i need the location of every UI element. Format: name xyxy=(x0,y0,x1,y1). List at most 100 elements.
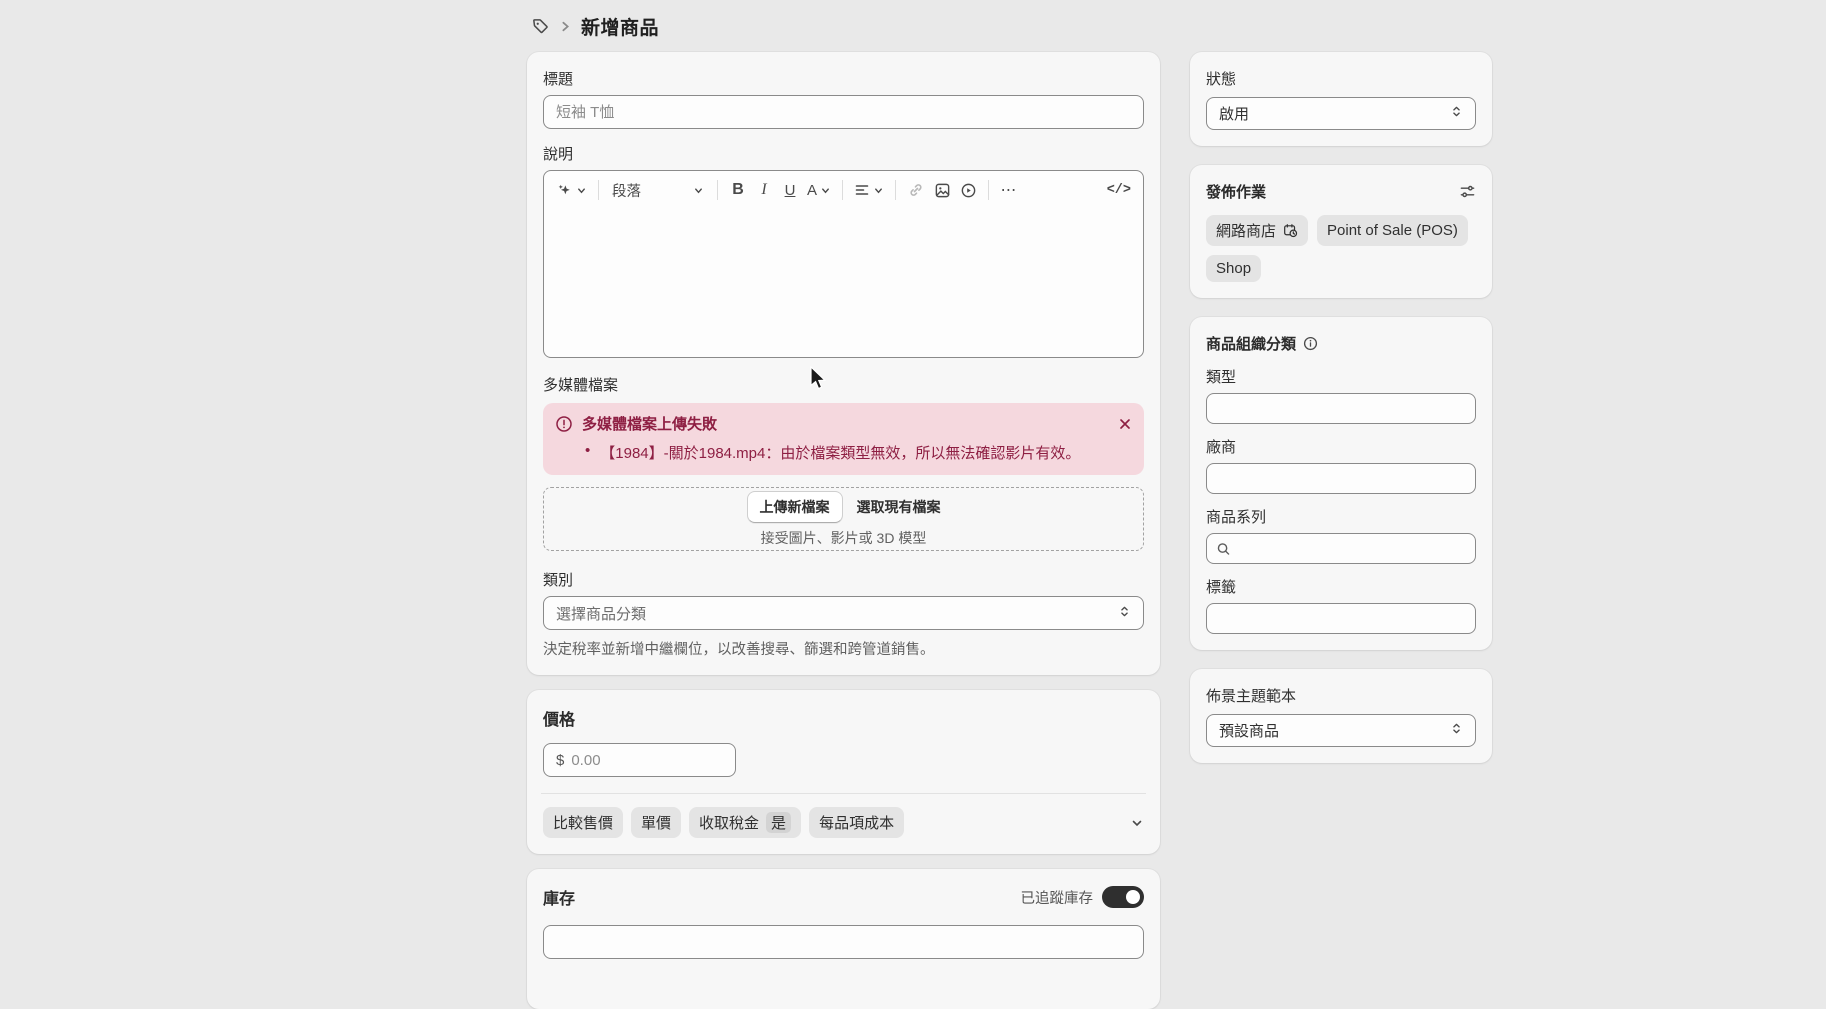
media-accept-hint: 接受圖片、影片或 3D 模型 xyxy=(761,528,927,548)
bold-button[interactable]: B xyxy=(725,176,751,204)
chevron-right-icon xyxy=(559,20,572,33)
paragraph-style-dropdown[interactable]: 段落 xyxy=(606,176,710,204)
description-textarea[interactable] xyxy=(544,209,1143,357)
close-icon[interactable] xyxy=(1118,417,1132,431)
paragraph-style-label: 段落 xyxy=(612,180,641,201)
collapse-chevron-icon[interactable] xyxy=(1130,816,1144,830)
bullet: • xyxy=(585,442,590,463)
tags-input[interactable] xyxy=(1206,603,1476,634)
price-input[interactable] xyxy=(571,752,723,769)
price-card: 價格 $ 比較售價 單價 收取稅金 是 每品項成本 xyxy=(527,690,1160,854)
toolbar-divider xyxy=(717,180,718,200)
alignment-button[interactable] xyxy=(850,176,888,204)
rich-text-editor: 段落 B I U A xyxy=(543,170,1144,358)
toolbar-divider xyxy=(598,180,599,200)
chevron-down-icon xyxy=(820,185,831,196)
product-info-card: 標題 說明 段落 B I U xyxy=(527,52,1160,675)
charge-tax-label: 收取稅金 xyxy=(699,812,759,833)
category-help-text: 決定稅率並新增中繼欄位，以改善搜尋、篩選和跨管道銷售。 xyxy=(543,638,1144,659)
unit-price-chip[interactable]: 單價 xyxy=(631,807,681,838)
vendor-label: 廠商 xyxy=(1206,436,1476,457)
inventory-card: 庫存 已追蹤庫存 xyxy=(527,869,1160,1009)
sliders-icon[interactable] xyxy=(1459,183,1476,200)
title-input[interactable] xyxy=(543,95,1144,129)
charge-tax-value: 是 xyxy=(766,812,791,833)
ai-sparkle-button[interactable] xyxy=(552,176,591,204)
main-column: 標題 說明 段落 B I U xyxy=(527,52,1160,1009)
theme-template-select[interactable]: 預設商品 xyxy=(1206,714,1476,747)
compare-at-price-chip[interactable]: 比較售價 xyxy=(543,807,623,838)
media-error-detail-text: 【1984】-關於1984.mp4：由於檔案類型無效，所以無法確認影片有效。 xyxy=(600,442,1080,463)
chevron-down-icon xyxy=(576,185,587,196)
text-color-label: A xyxy=(807,182,817,199)
price-header: 價格 xyxy=(543,706,1144,730)
status-value: 啟用 xyxy=(1219,103,1249,124)
status-card: 狀態 啟用 xyxy=(1190,52,1492,146)
link-icon xyxy=(908,182,924,198)
toolbar-divider xyxy=(988,180,989,200)
collections-input[interactable] xyxy=(1206,533,1476,564)
theme-template-card: 佈景主題範本 預設商品 xyxy=(1190,669,1492,763)
search-icon xyxy=(1216,541,1231,556)
tags-label: 標籤 xyxy=(1206,576,1476,597)
type-input[interactable] xyxy=(1206,393,1476,424)
category-label: 類別 xyxy=(543,569,1144,590)
chevron-down-icon xyxy=(693,185,704,196)
underline-button[interactable]: U xyxy=(777,176,803,204)
price-field[interactable]: $ xyxy=(543,743,736,777)
media-error-detail: • 【1984】-關於1984.mp4：由於檔案類型無效，所以無法確認影片有效。 xyxy=(585,442,1132,463)
upload-new-file-button[interactable]: 上傳新檔案 xyxy=(747,491,843,523)
image-icon xyxy=(934,182,951,199)
link-button xyxy=(903,176,929,204)
organization-card: 商品組織分類 類型 廠商 商品系列 xyxy=(1190,317,1492,650)
toolbar-divider xyxy=(842,180,843,200)
vendor-input[interactable] xyxy=(1206,463,1476,494)
text-color-button[interactable]: A xyxy=(803,176,835,204)
select-chevrons-icon xyxy=(1118,605,1131,622)
channel-label: 網路商店 xyxy=(1216,220,1276,241)
publishing-header: 發佈作業 xyxy=(1206,181,1266,202)
channel-online-store-chip[interactable]: 網路商店 xyxy=(1206,215,1308,246)
side-column: 狀態 啟用 發佈作業 網路商店 xyxy=(1190,52,1492,763)
breadcrumb: 新增商品 xyxy=(531,12,659,40)
currency-prefix: $ xyxy=(556,752,564,769)
cost-per-item-chip[interactable]: 每品項成本 xyxy=(809,807,904,838)
schedule-icon xyxy=(1283,223,1298,238)
media-dropzone[interactable]: 上傳新檔案 選取現有檔案 接受圖片、影片或 3D 模型 xyxy=(543,487,1144,551)
status-label: 狀態 xyxy=(1206,68,1476,89)
publishing-card: 發佈作業 網路商店 Point of Sale (POS) Shop xyxy=(1190,165,1492,298)
channel-shop-chip[interactable]: Shop xyxy=(1206,255,1261,282)
status-select[interactable]: 啟用 xyxy=(1206,97,1476,130)
media-error-title: 多媒體檔案上傳失敗 xyxy=(582,413,1109,434)
select-existing-file-button[interactable]: 選取現有檔案 xyxy=(857,497,941,517)
description-label: 說明 xyxy=(543,143,1144,164)
toolbar-divider xyxy=(895,180,896,200)
title-label: 標題 xyxy=(543,68,1144,89)
select-chevrons-icon xyxy=(1450,105,1463,122)
insert-video-button[interactable] xyxy=(955,176,981,204)
chevron-down-icon xyxy=(873,185,884,196)
play-circle-icon xyxy=(960,182,977,199)
category-select[interactable]: 選擇商品分類 xyxy=(543,596,1144,630)
inventory-quantity-input[interactable] xyxy=(543,925,1144,959)
divider xyxy=(541,793,1146,794)
editor-toolbar: 段落 B I U A xyxy=(544,171,1143,209)
italic-button[interactable]: I xyxy=(751,176,777,204)
inventory-header: 庫存 xyxy=(543,885,575,909)
theme-template-label: 佈景主題範本 xyxy=(1206,685,1476,706)
toggle-knob xyxy=(1126,890,1140,904)
type-label: 類型 xyxy=(1206,366,1476,387)
charge-tax-chip[interactable]: 收取稅金 是 xyxy=(689,807,801,838)
code-view-button[interactable]: </> xyxy=(1103,176,1135,204)
info-icon[interactable] xyxy=(1303,336,1318,351)
insert-image-button[interactable] xyxy=(929,176,955,204)
products-tag-icon[interactable] xyxy=(531,17,550,36)
more-options-button[interactable]: ⋯ xyxy=(996,176,1022,204)
channel-pos-chip[interactable]: Point of Sale (POS) xyxy=(1317,215,1468,246)
align-left-icon xyxy=(854,182,870,198)
track-inventory-toggle[interactable] xyxy=(1102,886,1144,908)
organization-header: 商品組織分類 xyxy=(1206,333,1296,354)
media-error-banner: 多媒體檔案上傳失敗 • 【1984】-關於1984.mp4：由於檔案類型無效，所… xyxy=(543,403,1144,475)
theme-template-value: 預設商品 xyxy=(1219,720,1279,741)
media-label: 多媒體檔案 xyxy=(543,374,1144,395)
